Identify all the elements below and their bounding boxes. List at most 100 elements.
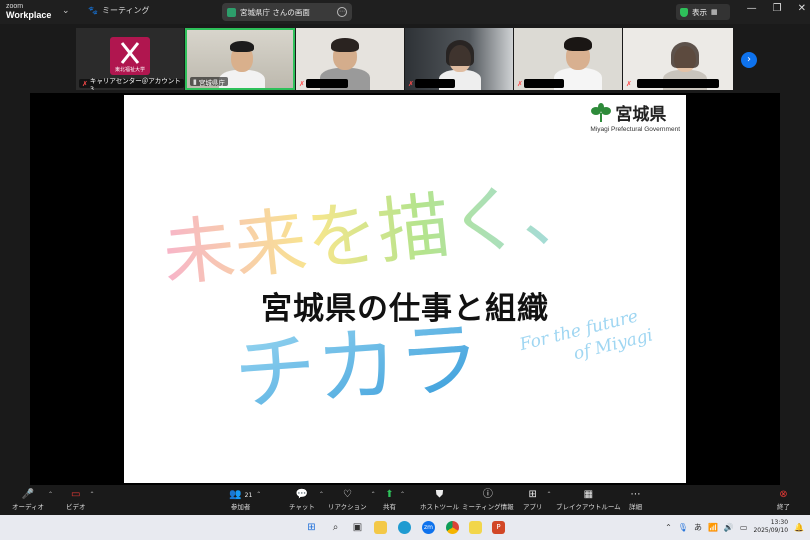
end-label: 終了	[777, 503, 790, 511]
deco-jp-1: 未来を描く、	[159, 168, 597, 297]
notification-bell-icon[interactable]: 🔔	[794, 523, 804, 532]
mic-off-icon: ✗	[626, 80, 632, 88]
mic-icon[interactable]: 🎙	[678, 523, 688, 532]
miyagi-logo: 宮城県 Miyagi Prefectural Government	[590, 100, 680, 133]
redacted-name	[524, 79, 564, 88]
participant-tile[interactable]: ✗	[405, 28, 513, 90]
next-page-button[interactable]: ›	[741, 52, 757, 68]
caret-up-icon[interactable]: ⌃	[319, 491, 324, 498]
participant-name-tag: ▮ 宮城県庁	[190, 77, 228, 87]
clock[interactable]: 13:30 2025/09/10	[753, 519, 788, 535]
caret-up-icon[interactable]: ⌃	[400, 491, 405, 498]
zoom-logo[interactable]: zoom Workplace	[6, 2, 51, 20]
host-tools-label: ホストツール	[420, 503, 459, 511]
mic-off-icon: ✗	[517, 80, 523, 88]
chat-button[interactable]: 💬 チャット ⌃	[289, 488, 324, 511]
task-view-icon[interactable]: ▣	[351, 521, 364, 534]
mic-on-icon: ▮	[193, 77, 197, 86]
tab-meeting-label: ミーティング	[101, 6, 150, 15]
more-button[interactable]: ⋯ 詳細	[629, 488, 642, 511]
participants-label: 参加者	[230, 503, 251, 511]
chat-icon: 💬	[295, 489, 309, 500]
minimize-icon[interactable]: —	[747, 3, 757, 14]
video-button[interactable]: ▭ ビデオ ⌃	[66, 488, 95, 511]
caret-up-icon[interactable]: ⌃	[89, 491, 94, 498]
windows-start-icon[interactable]: ⊞	[305, 521, 318, 534]
more-label: 詳細	[629, 503, 642, 511]
chevron-down-icon[interactable]: ⌄	[62, 6, 70, 16]
more-icon: ⋯	[630, 489, 641, 500]
share-button[interactable]: ⬆ 共有 ⌃	[383, 488, 405, 511]
miyagi-logo-name: 宮城県	[615, 105, 667, 125]
close-icon[interactable]: ✕	[798, 3, 806, 14]
audio-label: オーディオ	[12, 503, 45, 511]
participant-tile[interactable]: ✗	[296, 28, 404, 90]
mic-off-icon: ✗	[408, 80, 414, 88]
caret-up-icon[interactable]: ⌃	[256, 491, 261, 498]
zoom-window: zoom Workplace ⌄ 🐾 ミーティング 宮城県庁 さんの画面 ⋯ 表…	[0, 0, 810, 540]
participant-tile[interactable]: ✗	[623, 28, 733, 90]
breakout-button[interactable]: ▦ ブレイクアウトルーム	[556, 488, 621, 511]
os-taskbar: ⊞ ⌕ ▣ zm P ⌃ 🎙 あ 📶 🔊 ▭ 13:30 2025/09/10 …	[0, 515, 810, 540]
audio-button[interactable]: 🎤 オーディオ ⌃	[12, 488, 53, 511]
host-tools-button[interactable]: ⛊ ホストツール	[420, 488, 459, 511]
view-button[interactable]: 表示 ▦	[676, 4, 730, 20]
volume-icon[interactable]: 🔊	[724, 523, 734, 532]
edge-browser-icon[interactable]	[398, 521, 411, 534]
system-tray: ⌃ 🎙 あ 📶 🔊 ▭ 13:30 2025/09/10 🔔	[665, 519, 804, 535]
redacted-name	[415, 79, 455, 88]
mic-off-icon: 🎤	[21, 489, 35, 500]
tab-screen-share[interactable]: 宮城県庁 さんの画面 ⋯	[222, 3, 352, 21]
apps-icon: ⊞	[528, 489, 537, 500]
caret-up-icon[interactable]: ⌃	[371, 491, 376, 498]
file-explorer-icon[interactable]	[374, 521, 387, 534]
mic-off-icon: ✗	[82, 79, 88, 88]
window-controls: — ❐ ✕	[747, 3, 806, 14]
zoom-app-icon[interactable]: zm	[422, 521, 435, 534]
battery-icon[interactable]: ▭	[740, 523, 748, 532]
title-bar: zoom Workplace ⌄ 🐾 ミーティング 宮城県庁 さんの画面 ⋯ 表…	[0, 0, 810, 24]
participant-tile[interactable]: 東北福祉大学 ✗ キャリアセンター＠アカウント3	[76, 28, 184, 90]
chevron-up-icon[interactable]: ⌃	[665, 523, 672, 532]
shield-icon: ⛊	[435, 489, 444, 500]
meeting-info-button[interactable]: ⓘ ミーティング情報	[462, 488, 514, 511]
search-icon[interactable]: ⌕	[329, 521, 342, 534]
end-button[interactable]: ⊗ 終了	[777, 488, 790, 511]
chrome-icon[interactable]	[446, 521, 459, 534]
video-label: ビデオ	[66, 503, 86, 511]
meeting-info-label: ミーティング情報	[462, 503, 514, 511]
tab-share-label: 宮城県庁 さんの画面	[240, 7, 310, 17]
info-icon: ⓘ	[482, 489, 493, 500]
participants-button[interactable]: 👥 21 参加者 ⌃	[229, 488, 261, 511]
heart-icon: ♡	[342, 489, 352, 500]
participant-tile-active[interactable]: ▮ 宮城県庁	[185, 28, 295, 90]
apps-button[interactable]: ⊞ アプリ ⌃	[523, 488, 552, 511]
apps-label: アプリ	[523, 503, 543, 511]
participant-name: キャリアセンター＠アカウント3	[89, 76, 181, 91]
screen-share-icon	[227, 7, 236, 17]
share-screen-icon: ⬆	[385, 489, 394, 500]
restore-icon[interactable]: ❐	[773, 3, 782, 14]
notes-app-icon[interactable]	[469, 521, 482, 534]
logo-line2: Workplace	[6, 10, 52, 20]
caret-up-icon[interactable]: ⌃	[546, 491, 551, 498]
deco-text-line2: チカラ	[231, 311, 483, 423]
chat-label: チャット	[289, 503, 315, 511]
participant-name-tag: ✗ キャリアセンター＠アカウント3	[79, 77, 184, 90]
share-label: 共有	[383, 503, 396, 511]
participant-count: 21	[244, 492, 253, 499]
ime-indicator[interactable]: あ	[694, 522, 702, 533]
redacted-name	[306, 79, 348, 88]
participant-tile[interactable]: ✗	[514, 28, 622, 90]
reactions-button[interactable]: ♡ リアクション ⌃	[328, 488, 376, 511]
miyagi-emblem-icon	[591, 102, 612, 122]
wifi-icon[interactable]: 📶	[708, 523, 718, 532]
more-icon[interactable]: ⋯	[337, 7, 347, 17]
clock-date: 2025/09/10	[753, 527, 789, 534]
redacted-name	[637, 79, 719, 88]
video-off-icon: ▭	[71, 489, 81, 500]
caret-up-icon[interactable]: ⌃	[48, 491, 53, 498]
view-label: 表示	[692, 7, 707, 17]
tab-meeting[interactable]: 🐾 ミーティング	[88, 5, 150, 16]
powerpoint-icon[interactable]: P	[492, 521, 505, 534]
